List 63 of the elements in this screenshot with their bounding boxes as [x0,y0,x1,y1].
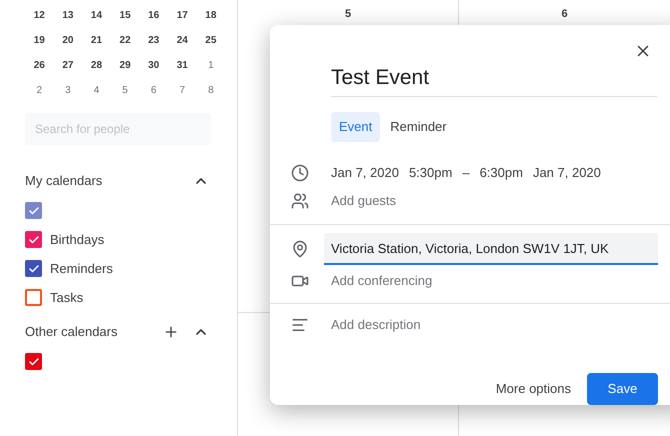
section-title: Other calendars [25,323,118,342]
calendar-day[interactable]: 20 [54,33,82,48]
calendar-checkbox[interactable] [25,260,42,277]
calendar-day[interactable]: 30 [139,58,168,73]
calendar-checkbox[interactable] [25,231,42,248]
calendar-day[interactable]: 28 [82,58,111,73]
calendar-checkbox[interactable] [25,289,42,306]
calendar-name[interactable]: Tasks [50,288,84,308]
section-title: My calendars [25,172,104,190]
check-icon [28,262,40,274]
calendar-name[interactable]: Reminders [50,258,113,278]
type-tab[interactable]: Reminder [382,112,455,142]
day-number[interactable]: 6 [561,6,568,22]
datetime-text[interactable]: Jan 7, 2020 [331,163,399,183]
save-button[interactable]: Save [587,373,658,406]
calendar-day[interactable]: 5 [110,83,140,98]
calendar-day[interactable]: 21 [82,33,111,48]
calendar-name[interactable]: Birthdays [50,230,104,250]
calendar-day[interactable]: 18 [196,8,226,23]
calendar-day[interactable]: 22 [110,33,140,48]
add-icon[interactable] [163,324,179,340]
calendar-checkbox[interactable] [25,202,42,219]
check-icon [28,204,40,216]
calendar-day[interactable]: 19 [25,33,54,48]
calendar-day[interactable]: 24 [168,33,197,48]
day-number[interactable]: 5 [344,6,352,22]
guests-icon [291,192,309,210]
calendar-day[interactable]: 31 [168,58,197,73]
calendar-day[interactable]: 15 [110,8,140,23]
check-icon [28,234,40,246]
calendar-day[interactable]: 25 [196,33,226,48]
calendar-day[interactable]: 29 [110,58,140,73]
clock-icon [291,164,309,182]
calendar-day[interactable]: 6 [139,83,168,98]
title-field[interactable]: Test Event [331,62,657,96]
calendar-day[interactable]: 26 [25,58,54,73]
calendar-day[interactable]: 2 [25,83,54,98]
datetime-text[interactable]: Jan 7, 2020 [532,163,601,183]
add-guests-link[interactable]: Add guests [331,191,396,211]
calendar-day[interactable]: 13 [54,8,82,23]
calendar-day[interactable]: 3 [54,83,82,98]
add-conferencing-link[interactable]: Add conferencing [331,270,432,290]
people-search-field[interactable]: Search for people [25,113,211,145]
calendar-day[interactable]: 7 [168,83,197,98]
calendar-day[interactable]: 27 [54,58,82,73]
datetime-text[interactable]: – [462,163,470,183]
calendar-day[interactable]: 4 [82,83,111,98]
type-tab[interactable]: Event [331,112,380,142]
datetime-text[interactable]: 5:30pm [408,163,452,183]
calendar-day[interactable]: 23 [139,33,168,48]
calendar-checkbox[interactable] [25,353,42,370]
datetime-text[interactable]: 6:30pm [480,163,523,183]
calendar-day[interactable]: 16 [139,8,168,23]
calendar-day[interactable]: 12 [25,8,54,23]
calendar-day[interactable]: 17 [168,8,197,23]
calendar-day[interactable]: 1 [196,58,226,73]
location-field[interactable]: Victoria Station, Victoria, London SW1V 1JT, UK [324,233,658,266]
add-description-link[interactable]: Add description [331,315,421,335]
more-options-button[interactable]: More options [488,373,579,406]
check-icon [28,356,40,368]
calendar-day[interactable]: 14 [82,8,111,23]
location-pin-icon [291,240,309,258]
calendar-day[interactable]: 8 [196,83,226,98]
